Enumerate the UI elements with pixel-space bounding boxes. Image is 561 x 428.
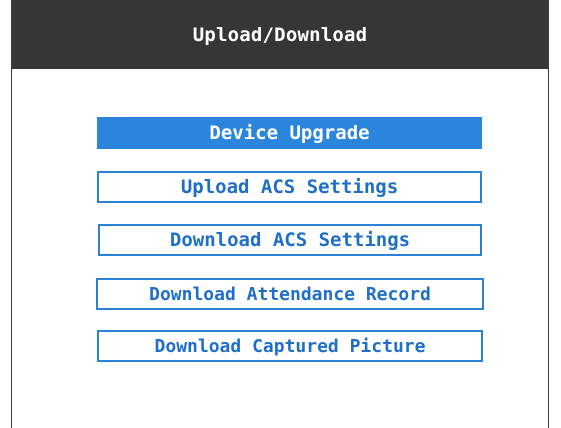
menu-item-label: Download Captured Picture <box>154 335 426 357</box>
menu-item-label: Download ACS Settings <box>169 229 411 251</box>
page-title: Upload/Download <box>192 23 368 46</box>
download-attendance-record-button[interactable]: Download Attendance Record <box>96 278 484 310</box>
title-bar: Upload/Download <box>12 0 548 69</box>
download-captured-picture-button[interactable]: Download Captured Picture <box>97 330 483 362</box>
menu-item-label: Download Attendance Record <box>149 283 431 305</box>
menu-item-label: Upload ACS Settings <box>180 176 399 198</box>
download-acs-settings-button[interactable]: Download ACS Settings <box>98 224 482 256</box>
device-upgrade-button[interactable]: Device Upgrade <box>97 117 482 149</box>
menu-item-label: Device Upgrade <box>209 122 370 144</box>
upload-acs-settings-button[interactable]: Upload ACS Settings <box>97 171 482 203</box>
upload-download-screen: Upload/Download Device Upgrade Upload AC… <box>11 0 549 428</box>
